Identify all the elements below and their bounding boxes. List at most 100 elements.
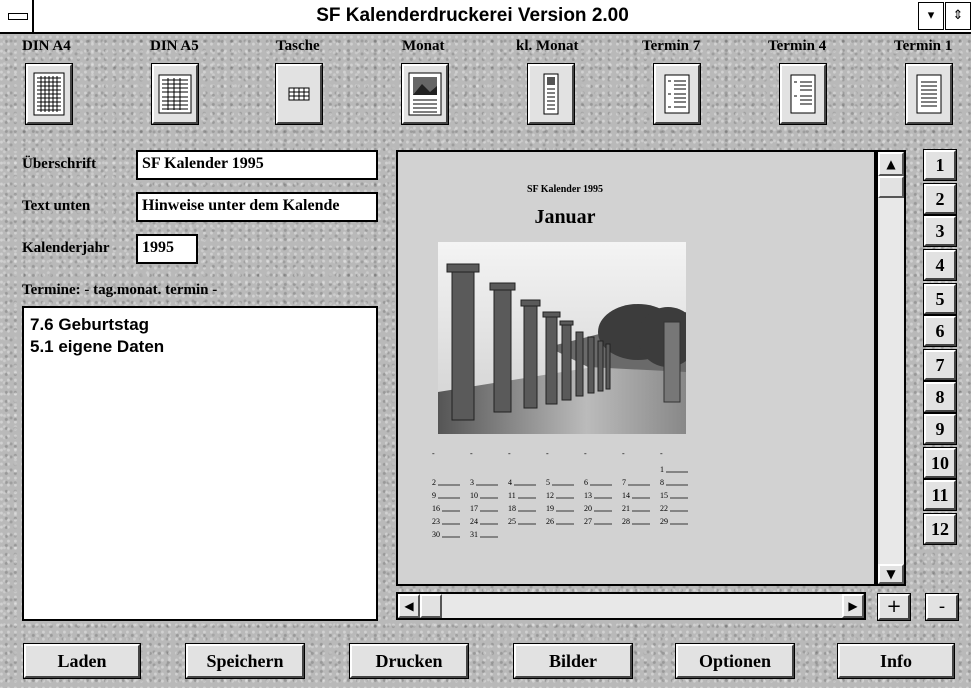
- scroll-left-button[interactable]: ◀: [398, 594, 420, 618]
- zoom-out-button[interactable]: -: [925, 593, 959, 621]
- restore-button[interactable]: ⇕: [945, 2, 971, 30]
- footer-text-label: Text unten: [22, 198, 91, 214]
- month-button-4[interactable]: 4: [923, 249, 957, 281]
- arrow-left-icon: ◀: [404, 599, 414, 613]
- calendar-day: 15: [660, 491, 668, 500]
- appointments-textarea[interactable]: 7.6 Geburtstag 5.1 eigene Daten: [22, 306, 378, 621]
- termin-4-button[interactable]: [779, 63, 827, 125]
- calendar-day: 2: [432, 478, 436, 487]
- window-title: SF Kalenderdruckerei Version 2.00: [316, 5, 629, 26]
- scroll-down-button[interactable]: ▼: [878, 564, 904, 584]
- month-button-9[interactable]: 9: [923, 413, 957, 445]
- toolbar-label-termin-7: Termin 7: [642, 38, 701, 54]
- calendar-day: 11: [508, 491, 516, 500]
- calendar-day: 24: [470, 517, 478, 526]
- month-button-1[interactable]: 1: [923, 149, 957, 181]
- month-button-12[interactable]: 12: [923, 513, 957, 545]
- appointment-1-icon: [916, 74, 942, 114]
- weekday-mark: -: [470, 449, 473, 458]
- calendar-day: 16: [432, 504, 440, 513]
- system-menu-icon: [8, 13, 28, 20]
- month-button-5[interactable]: 5: [923, 283, 957, 315]
- vertical-scroll-thumb[interactable]: [878, 176, 904, 198]
- toolbar-label-termin-4: Termin 4: [768, 38, 827, 54]
- calendar-day: 19: [546, 504, 554, 513]
- weekday-mark: -: [660, 449, 663, 458]
- arrow-right-icon: ▶: [848, 599, 858, 613]
- preview-calendar-grid: - - - - - - -12 3 4 5 6 7 89 10 11 12 13 14 1516 17 18 19 20 21…: [432, 449, 688, 539]
- heading-input[interactable]: SF Kalender 1995: [136, 150, 378, 180]
- preview-vertical-scrollbar[interactable]: ▲ ▼: [876, 150, 906, 586]
- month-button-7[interactable]: 7: [923, 349, 957, 381]
- calendar-day: 18: [508, 504, 516, 513]
- month-button-2[interactable]: 2: [923, 183, 957, 215]
- images-button[interactable]: Bilder: [513, 643, 633, 679]
- calendar-day: 25: [508, 517, 516, 526]
- scroll-right-button[interactable]: ▶: [842, 594, 864, 618]
- tasche-button[interactable]: [275, 63, 323, 125]
- calendar-day: 12: [546, 491, 554, 500]
- weekday-mark: -: [584, 449, 587, 458]
- kl-monat-button[interactable]: [527, 63, 575, 125]
- din-a4-layout-icon: [33, 72, 65, 116]
- appointment-7-icon: [664, 74, 690, 114]
- title-bar: SF Kalenderdruckerei Version 2.00 ▾ ⇕: [0, 0, 971, 34]
- preview-title: SF Kalender 1995: [526, 184, 604, 195]
- save-button[interactable]: Speichern: [185, 643, 305, 679]
- calendar-day: 6: [584, 478, 588, 487]
- termin-1-button[interactable]: [905, 63, 953, 125]
- minimize-button[interactable]: ▾: [918, 2, 944, 30]
- calendar-day: 27: [584, 517, 592, 526]
- pocket-calendar-icon: [288, 87, 310, 101]
- calendar-day: 13: [584, 491, 592, 500]
- calendar-day: 31: [470, 530, 478, 539]
- info-button[interactable]: Info: [837, 643, 955, 679]
- toolbar-label-monat: Monat: [402, 38, 445, 54]
- termin-7-button[interactable]: [653, 63, 701, 125]
- weekday-mark: -: [622, 449, 625, 458]
- heading-label: Überschrift: [22, 156, 97, 172]
- year-label: Kalenderjahr: [22, 240, 110, 256]
- month-button-3[interactable]: 3: [923, 215, 957, 247]
- footer-text-input[interactable]: Hinweise unter dem Kalende: [136, 192, 378, 222]
- arrow-down-icon: ▼: [886, 567, 896, 581]
- month-button-6[interactable]: 6: [923, 315, 957, 347]
- din-a4-button[interactable]: [25, 63, 73, 125]
- restore-icon: ⇕: [952, 8, 964, 23]
- preview-horizontal-scrollbar[interactable]: ◀ ▶: [396, 592, 866, 620]
- arrow-up-icon: ▲: [886, 157, 896, 171]
- month-calendar-icon: [408, 72, 442, 116]
- weekday-mark: -: [432, 449, 435, 458]
- month-button-10[interactable]: 10: [923, 447, 957, 479]
- din-a5-button[interactable]: [151, 63, 199, 125]
- horizontal-scroll-thumb[interactable]: [420, 594, 442, 618]
- calendar-day: 3: [470, 478, 474, 487]
- toolbar-label-termin-1: Termin 1: [894, 38, 953, 54]
- scroll-up-button[interactable]: ▲: [878, 152, 904, 176]
- calendar-day: 8: [660, 478, 664, 487]
- minimize-icon: ▾: [927, 8, 935, 23]
- month-button-8[interactable]: 8: [923, 381, 957, 413]
- monat-button[interactable]: [401, 63, 449, 125]
- print-button[interactable]: Drucken: [349, 643, 469, 679]
- calendar-day: 17: [470, 504, 478, 513]
- month-button-11[interactable]: 11: [923, 479, 957, 511]
- toolbar-label-kl-monat: kl. Monat: [516, 38, 579, 54]
- calendar-day: 21: [622, 504, 630, 513]
- calendar-day: 10: [470, 491, 478, 500]
- system-menu-button[interactable]: [0, 0, 34, 32]
- options-button[interactable]: Optionen: [675, 643, 795, 679]
- calendar-day: 23: [432, 517, 440, 526]
- year-input[interactable]: 1995: [136, 234, 198, 264]
- calendar-preview: SF Kalender 1995 Januar - - - - - - - 1 …: [396, 150, 876, 586]
- calendar-day: 7: [622, 478, 626, 487]
- weekday-mark: -: [508, 449, 511, 458]
- calendar-day: 14: [622, 491, 630, 500]
- calendar-day: 29: [660, 517, 668, 526]
- weekday-mark: -: [546, 449, 549, 458]
- toolbar-label-din-a5: DIN A5: [150, 38, 199, 54]
- calendar-day: 28: [622, 517, 630, 526]
- calendar-day: 5: [546, 478, 550, 487]
- zoom-in-button[interactable]: +: [877, 593, 911, 621]
- load-button[interactable]: Laden: [23, 643, 141, 679]
